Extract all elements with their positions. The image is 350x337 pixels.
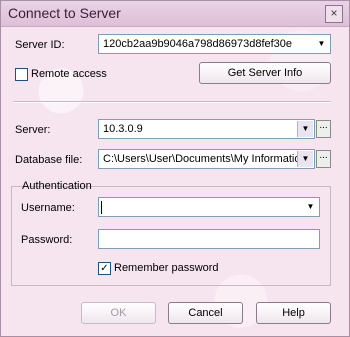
remote-access-label: Remote access (31, 68, 107, 80)
server-value: 10.3.0.9 (103, 123, 143, 135)
username-label: Username: (21, 202, 75, 214)
separator (13, 101, 331, 103)
database-file-value: C:\Users\User\Documents\My Information. (103, 153, 298, 165)
database-file-combo[interactable]: C:\Users\User\Documents\My Information. … (98, 149, 315, 169)
password-label: Password: (21, 234, 73, 246)
title-bar: Connect to Server × (1, 1, 349, 27)
help-button[interactable]: Help (256, 302, 331, 324)
chevron-down-icon[interactable]: ▼ (297, 151, 313, 167)
chevron-down-icon[interactable]: ▼ (297, 121, 313, 137)
server-id-label: Server ID: (15, 39, 65, 51)
remember-password-label: Remember password (114, 262, 219, 274)
remember-password-checkbox[interactable]: ✓ (98, 262, 111, 275)
password-field[interactable] (98, 229, 320, 249)
server-id-value: 120cb2aa9b9046a798d86973d8fef30e (103, 38, 293, 50)
server-combo[interactable]: 10.3.0.9 ▼ (98, 119, 315, 139)
remote-access-checkbox[interactable] (15, 68, 28, 81)
database-file-label: Database file: (15, 154, 83, 166)
get-server-info-button[interactable]: Get Server Info (199, 62, 331, 84)
text-caret (101, 201, 102, 214)
chevron-down-icon[interactable]: ▼ (314, 36, 329, 52)
server-label: Server: (15, 124, 51, 136)
ok-button[interactable]: OK (81, 302, 156, 324)
window-title: Connect to Server (8, 5, 121, 21)
close-icon[interactable]: × (325, 5, 343, 23)
chevron-down-icon[interactable]: ▼ (303, 199, 318, 215)
cancel-button[interactable]: Cancel (168, 302, 243, 324)
server-browse-button[interactable]: ... (316, 120, 331, 138)
database-file-browse-button[interactable]: ... (316, 150, 331, 168)
server-id-combo[interactable]: 120cb2aa9b9046a798d86973d8fef30e ▼ (98, 34, 331, 54)
authentication-title: Authentication (22, 180, 92, 192)
username-combo[interactable]: ▼ (98, 197, 320, 217)
connect-dialog: Connect to Server × Server ID: 120cb2aa9… (0, 0, 350, 337)
